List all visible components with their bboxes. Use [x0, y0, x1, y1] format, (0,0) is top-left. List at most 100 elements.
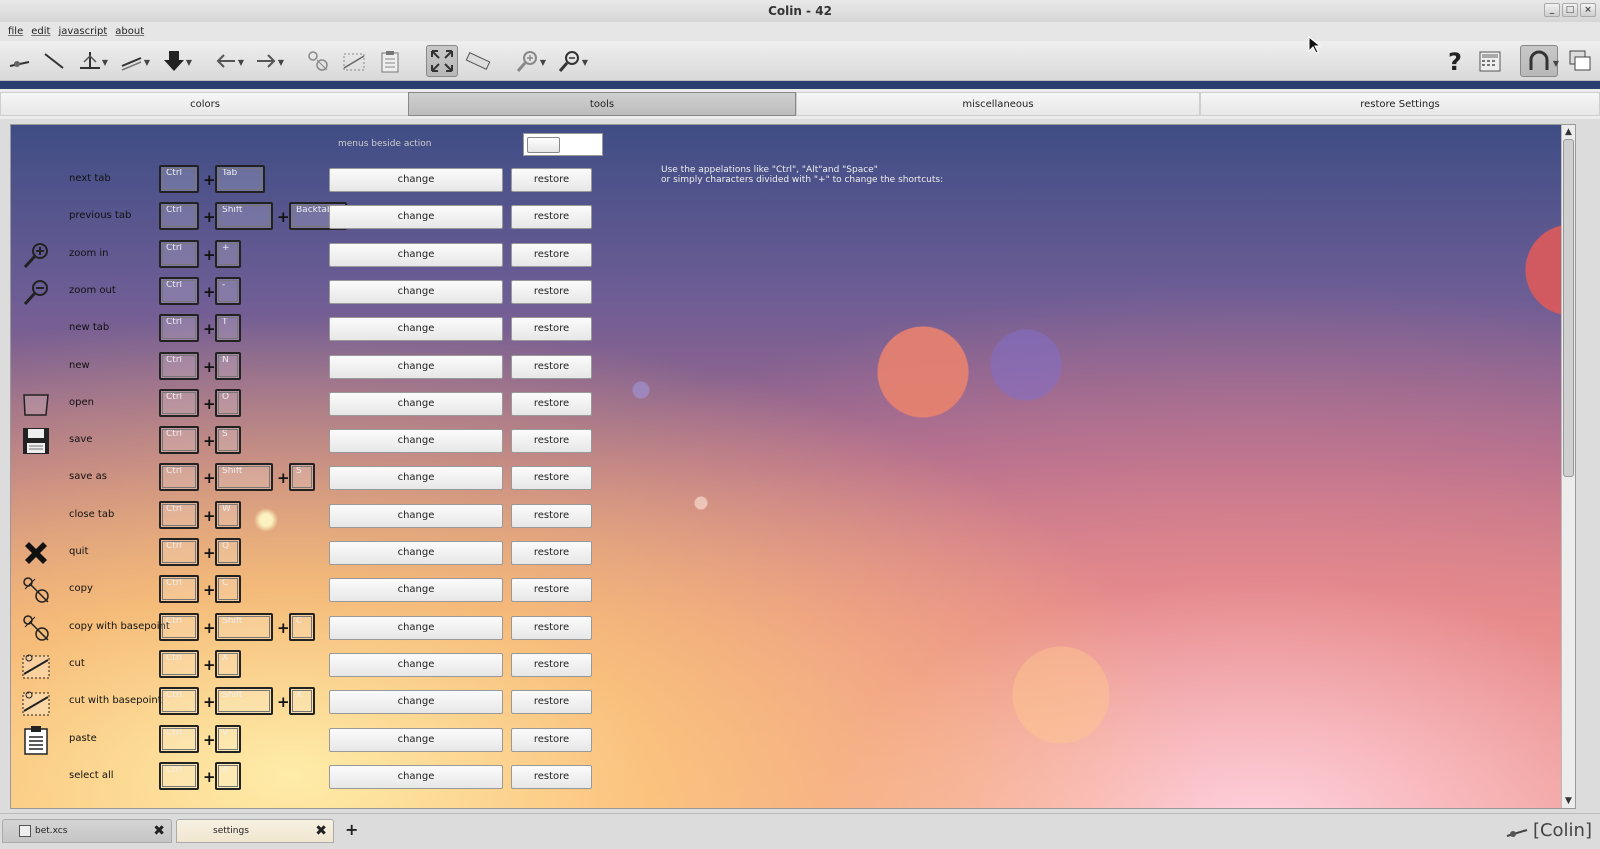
tab-restore-settings[interactable]: restore Settings	[1200, 92, 1600, 116]
change-button[interactable]: change	[329, 243, 503, 267]
change-button[interactable]: change	[329, 392, 503, 416]
maximize-button[interactable]: □	[1562, 3, 1578, 17]
change-button[interactable]: change	[329, 504, 503, 528]
change-button[interactable]: change	[329, 578, 503, 602]
help-icon[interactable]: ?	[1438, 45, 1470, 77]
scroll-down-arrow[interactable]: ▼	[1562, 794, 1575, 808]
undo-icon[interactable]: ▼	[210, 45, 244, 77]
close-button[interactable]: ×	[1580, 3, 1596, 17]
shortcut-label: close tab	[69, 509, 115, 520]
change-button[interactable]: change	[329, 728, 503, 752]
key-cap: O	[215, 389, 241, 417]
restore-button[interactable]: restore	[511, 317, 592, 341]
restore-button[interactable]: restore	[511, 578, 592, 602]
redo-icon[interactable]: ▼	[250, 45, 284, 77]
change-button[interactable]: change	[329, 205, 503, 229]
paste-icon[interactable]	[374, 45, 406, 77]
close-tab-icon[interactable]: ✖	[153, 820, 165, 842]
plus-separator: +	[203, 208, 216, 226]
shortcut-label: previous tab	[69, 210, 132, 221]
document-tab-bet[interactable]: bet.xcs ✖	[2, 819, 172, 843]
restore-button[interactable]: restore	[511, 243, 592, 267]
measure-icon[interactable]	[462, 45, 494, 77]
menu-file[interactable]: file	[4, 22, 27, 41]
zoom-out-icon[interactable]: ▼	[554, 45, 588, 77]
scroll-thumb[interactable]	[1563, 139, 1574, 477]
restore-button[interactable]: restore	[511, 728, 592, 752]
tab-miscellaneous[interactable]: miscellaneous	[796, 92, 1200, 116]
menu-about[interactable]: about	[111, 22, 148, 41]
shortcut-label: copy	[69, 583, 93, 594]
zoom-in-icon[interactable]: ▼	[512, 45, 546, 77]
key-cap: Ctrl	[159, 501, 199, 529]
menus-beside-action-toggle[interactable]	[527, 137, 560, 153]
change-button[interactable]: change	[329, 466, 503, 490]
change-button[interactable]: change	[329, 317, 503, 341]
change-button[interactable]: change	[329, 280, 503, 304]
shortcut-row: cut with basepoint Ctrl + Shift + Xchange rest…	[21, 687, 621, 717]
restore-button[interactable]: restore	[511, 653, 592, 677]
shortcut-label: cut with basepoint	[69, 695, 162, 706]
minimize-button[interactable]: _	[1544, 3, 1560, 17]
shortcut-row: cut Ctrl + Xchange restore	[21, 650, 621, 680]
change-button[interactable]: change	[329, 541, 503, 565]
key-cap: C	[289, 613, 315, 641]
line-icon[interactable]	[38, 45, 70, 77]
document-tab-bar: bet.xcs ✖ settings ✖ + [Colin]	[0, 813, 1600, 849]
key-cap: Ctrl	[159, 538, 199, 566]
scrollbar[interactable]: ▲ ▼	[1561, 125, 1575, 808]
magnet-icon[interactable]: ▼	[1520, 45, 1559, 77]
change-button[interactable]: change	[329, 765, 503, 789]
document-tab-settings[interactable]: settings ✖	[176, 819, 334, 843]
scroll-up-arrow[interactable]: ▲	[1562, 125, 1575, 139]
close-tab-icon[interactable]: ✖	[315, 820, 327, 842]
restore-button[interactable]: restore	[511, 429, 592, 453]
change-button[interactable]: change	[329, 653, 503, 677]
change-button[interactable]: change	[329, 168, 503, 192]
plus-separator: +	[203, 432, 216, 450]
fit-view-icon[interactable]	[426, 45, 458, 77]
add-tab-button[interactable]: +	[345, 820, 358, 839]
restore-button[interactable]: restore	[511, 280, 592, 304]
restore-button[interactable]: restore	[511, 355, 592, 379]
arrow-down-icon[interactable]: ▼	[158, 45, 192, 77]
change-button[interactable]: change	[329, 690, 503, 714]
offset-icon[interactable]: ▼	[116, 45, 150, 77]
tab-tools[interactable]: tools	[408, 92, 796, 116]
restore-button[interactable]: restore	[511, 205, 592, 229]
menu-edit[interactable]: edit	[27, 22, 54, 41]
perpendicular-icon[interactable]: ▼	[74, 45, 108, 77]
paste-icon	[21, 725, 51, 755]
copy-icon[interactable]	[302, 45, 334, 77]
restore-button[interactable]: restore	[511, 616, 592, 640]
key-cap: Ctrl	[159, 650, 199, 678]
key-cap: X	[215, 650, 241, 678]
plus-separator: +	[203, 283, 216, 301]
tab-colors[interactable]: colors	[0, 92, 410, 116]
pointer-icon[interactable]	[4, 45, 36, 77]
copy-icon	[21, 613, 51, 643]
restore-button[interactable]: restore	[511, 541, 592, 565]
shortcut-row: copy with basepoint Ctrl + Shift + Cchange res…	[21, 613, 621, 643]
zoom-in-icon	[21, 240, 51, 270]
restore-button[interactable]: restore	[511, 168, 592, 192]
restore-button[interactable]: restore	[511, 504, 592, 528]
key-cap: T	[215, 314, 241, 342]
plus-separator: +	[203, 731, 216, 749]
menus-beside-action-toggle-field[interactable]	[523, 133, 603, 156]
change-button[interactable]: change	[329, 355, 503, 379]
shortcut-label: quit	[69, 546, 89, 557]
cut-icon[interactable]	[338, 45, 370, 77]
change-button[interactable]: change	[329, 616, 503, 640]
calculator-icon[interactable]	[1474, 45, 1506, 77]
change-button[interactable]: change	[329, 429, 503, 453]
restore-button[interactable]: restore	[511, 690, 592, 714]
document-tab-label: bet.xcs	[35, 826, 68, 836]
shortcut-row: new tab Ctrl + Tchange restore	[21, 314, 621, 344]
restore-button[interactable]: restore	[511, 765, 592, 789]
menu-javascript[interactable]: javascript	[54, 22, 111, 41]
restore-button[interactable]: restore	[511, 392, 592, 416]
windows-icon[interactable]	[1564, 45, 1596, 77]
key-cap: V	[215, 725, 241, 753]
restore-button[interactable]: restore	[511, 466, 592, 490]
